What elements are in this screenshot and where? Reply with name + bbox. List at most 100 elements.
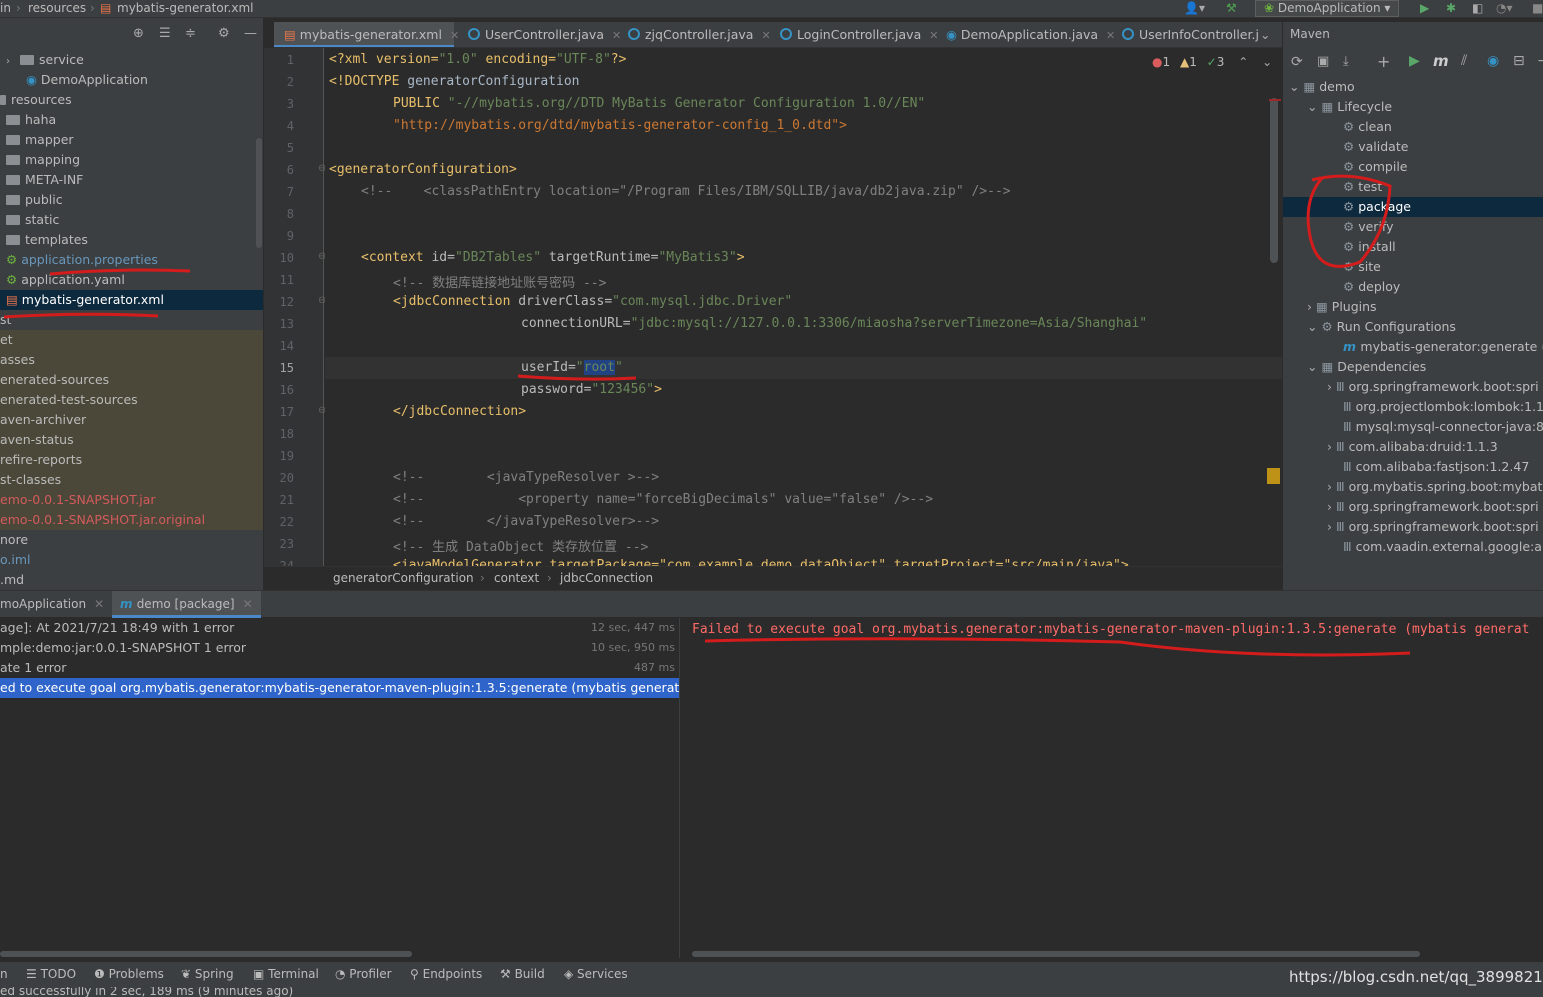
inspection-widget[interactable]: ●1 ▲1 ✓3 ⌃ ⌄: [1152, 55, 1272, 69]
dependency-item[interactable]: Ⅲ org.projectlombok:lombok:1.18: [1343, 397, 1543, 417]
lifecycle-site[interactable]: ⚙ site: [1343, 257, 1381, 277]
build-row[interactable]: mple:demo:jar:0.0.1-SNAPSHOT 1 error 10 s…: [0, 638, 679, 658]
lifecycle-deploy[interactable]: ⚙ deploy: [1343, 277, 1400, 297]
run-icon[interactable]: ▶: [1420, 1, 1429, 15]
tree-item-jar[interactable]: emo-0.0.1-SNAPSHOT.jar: [0, 490, 263, 510]
tool-services[interactable]: ◈ Services: [564, 967, 628, 981]
tree-item-meta-inf[interactable]: META-INF: [0, 170, 263, 190]
tree-item-haha[interactable]: haha: [0, 110, 263, 130]
tree-item-templates[interactable]: templates: [0, 230, 263, 250]
chevron-right-icon[interactable]: ›: [1327, 519, 1336, 534]
profile-icon[interactable]: ◔▾: [1496, 1, 1513, 15]
dependency-item[interactable]: › Ⅲ org.springframework.boot:spri: [1327, 377, 1539, 397]
reload-icon[interactable]: ⟳: [1291, 54, 1303, 70]
chevron-down-icon[interactable]: ⌄: [1307, 319, 1321, 334]
skip-tests-icon[interactable]: ◉: [1487, 53, 1499, 69]
generate-sources-icon[interactable]: ▣: [1317, 54, 1329, 69]
maven-plugins[interactable]: › ▦ Plugins: [1307, 297, 1377, 317]
breadcrumb-generatorconfiguration[interactable]: generatorConfiguration: [333, 571, 474, 585]
build-tree-scrollbar[interactable]: [0, 951, 412, 957]
tree-item-maven-status[interactable]: aven-status: [0, 430, 263, 450]
code-editor[interactable]: <?xml version="1.0" encoding="UTF-8"?> <…: [325, 48, 1282, 566]
maven-lifecycle[interactable]: ⌄ ▦ Lifecycle: [1307, 97, 1392, 117]
user-icon[interactable]: 👤▾: [1184, 1, 1205, 15]
tree-item-mapping[interactable]: mapping: [0, 150, 263, 170]
tool-terminal[interactable]: ▣ Terminal: [253, 967, 319, 981]
maven-root-demo[interactable]: ⌄ ▦ demo: [1289, 77, 1355, 97]
add-icon[interactable]: +: [1377, 52, 1390, 71]
editor-scrollbar[interactable]: [1270, 98, 1278, 263]
tab-demoapplication[interactable]: ◉ DemoApplication.java ✕: [942, 22, 1115, 47]
console-scrollbar[interactable]: [692, 951, 1420, 957]
lifecycle-validate[interactable]: ⚙ validate: [1343, 137, 1408, 157]
warning-marker[interactable]: [1267, 468, 1280, 484]
close-icon[interactable]: ✕: [94, 597, 104, 611]
locate-icon[interactable]: ⊕: [133, 26, 144, 41]
download-icon[interactable]: ⤓: [1343, 54, 1349, 69]
tool-profiler[interactable]: ◔ Profiler: [335, 967, 392, 981]
close-icon[interactable]: ✕: [761, 29, 770, 42]
tree-item-maven-archiver[interactable]: aven-archiver: [0, 410, 263, 430]
chevron-right-icon[interactable]: ›: [1327, 479, 1336, 494]
tab-mybatis-generator[interactable]: ▤ mybatis-generator.xml ✕: [274, 22, 459, 47]
tree-item-application-yaml[interactable]: ⚙ application.yaml: [0, 270, 263, 290]
tree-item-public[interactable]: public: [0, 190, 263, 210]
breadcrumb-context[interactable]: context: [494, 571, 539, 585]
lifecycle-compile[interactable]: ⚙ compile: [1343, 157, 1408, 177]
tree-item-target[interactable]: et: [0, 330, 263, 350]
lifecycle-package[interactable]: ⚙ package: [1283, 197, 1543, 217]
chevron-right-icon[interactable]: ›: [1327, 499, 1336, 514]
tree-item-readme[interactable]: .md: [0, 570, 263, 590]
dependency-item[interactable]: › Ⅲ org.springframework.boot:spri: [1327, 497, 1539, 517]
dependency-item[interactable]: › Ⅲ com.alibaba:druid:1.1.3: [1327, 437, 1498, 457]
breadcrumb-file[interactable]: mybatis-generator.xml: [117, 1, 253, 15]
tree-item-mybatis-generator[interactable]: ▤ mybatis-generator.xml: [0, 290, 263, 310]
run-icon[interactable]: ▶: [1409, 53, 1420, 69]
close-icon[interactable]: ✕: [243, 597, 253, 611]
tree-item-test[interactable]: st: [0, 310, 263, 330]
close-icon[interactable]: ✕: [1106, 29, 1115, 42]
settings-icon[interactable]: −: [1537, 53, 1543, 69]
tab-zjqcontroller[interactable]: zjqController.java ✕: [622, 22, 771, 47]
tree-item-resources[interactable]: resources: [0, 90, 263, 110]
collapse-all-icon[interactable]: ≑: [185, 26, 196, 41]
dependency-item[interactable]: › Ⅲ org.mybatis.spring.boot:mybati: [1327, 477, 1543, 497]
expand-all-icon[interactable]: ☰: [159, 26, 171, 41]
run-config-mybatis-generator[interactable]: m mybatis-generator:generate (m: [1343, 337, 1543, 357]
gear-icon[interactable]: ⚙: [218, 26, 230, 41]
chevron-down-icon[interactable]: ⌄: [1289, 79, 1303, 94]
tool-endpoints[interactable]: ⚲ Endpoints: [410, 967, 482, 981]
close-icon[interactable]: ✕: [450, 29, 459, 42]
close-icon[interactable]: ✕: [929, 29, 938, 42]
run-config-selector[interactable]: ❀ DemoApplication ▾: [1255, 0, 1400, 17]
hide-icon[interactable]: —: [244, 26, 257, 41]
console-output[interactable]: Failed to execute goal org.mybatis.gener…: [680, 618, 1543, 958]
maven-goal-icon[interactable]: m: [1433, 52, 1449, 70]
build-row-error-selected[interactable]: ed to execute goal org.mybatis.generator…: [0, 678, 679, 698]
tree-item-jar-original[interactable]: emo-0.0.1-SNAPSHOT.jar.original: [0, 510, 263, 530]
dependency-item[interactable]: Ⅲ mysql:mysql-connector-java:8.0: [1343, 417, 1543, 437]
tree-item-application-properties[interactable]: ⚙ application.properties: [0, 250, 263, 270]
tab-userinfocontroller[interactable]: UserInfoController.j: [1116, 22, 1259, 47]
lifecycle-clean[interactable]: ⚙ clean: [1343, 117, 1392, 137]
lifecycle-verify[interactable]: ⚙ verify: [1343, 217, 1394, 237]
tool-todo[interactable]: ☰ TODO: [26, 967, 76, 981]
dependency-item[interactable]: Ⅲ com.vaadin.external.google:and: [1343, 537, 1543, 557]
tree-item-generated-test-sources[interactable]: enerated-test-sources: [0, 390, 263, 410]
build-hammer-icon[interactable]: ⚒: [1226, 1, 1237, 15]
chevron-right-icon[interactable]: ›: [6, 52, 20, 72]
stop-icon[interactable]: ■: [1532, 1, 1543, 15]
dependency-item[interactable]: Ⅲ com.alibaba:fastjson:1.2.47: [1343, 457, 1529, 477]
chevron-right-icon[interactable]: ›: [1327, 439, 1336, 454]
tab-logincontroller[interactable]: LoginController.java ✕: [774, 22, 938, 47]
tree-item-gitignore[interactable]: nore: [0, 530, 263, 550]
dependency-item[interactable]: › Ⅲ org.springframework.boot:spri: [1327, 517, 1539, 537]
tree-item-static[interactable]: static: [0, 210, 263, 230]
tool-problems[interactable]: ❶ Problems: [94, 967, 164, 981]
debug-icon[interactable]: ✱: [1446, 1, 1456, 15]
tab-usercontroller[interactable]: UserController.java ✕: [462, 22, 621, 47]
toggle-offline-icon[interactable]: ⫽: [1461, 53, 1467, 69]
close-icon[interactable]: ✕: [612, 29, 621, 42]
chevron-down-icon[interactable]: ⌄: [1262, 55, 1272, 69]
tree-item-generated-sources[interactable]: enerated-sources: [0, 370, 263, 390]
